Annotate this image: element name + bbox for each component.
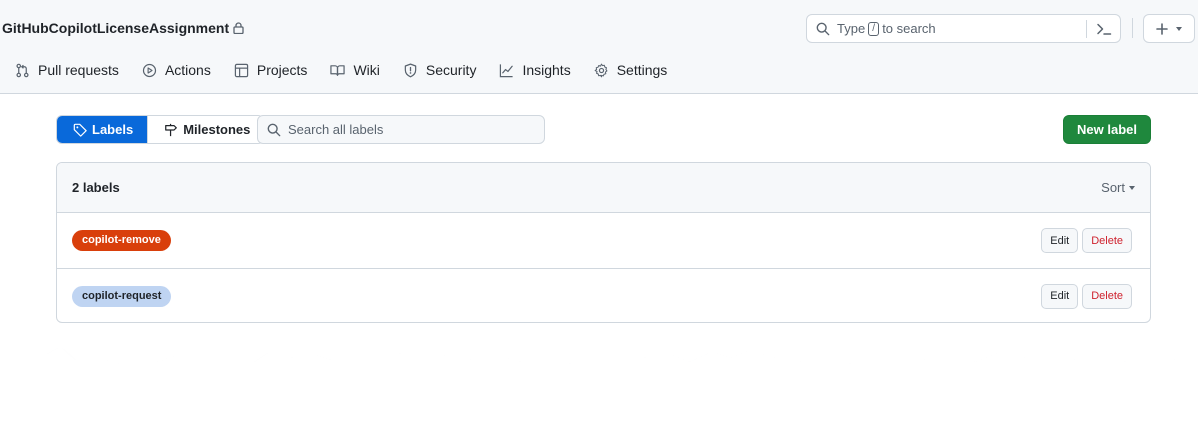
- row-actions: Edit Delete: [1041, 283, 1132, 309]
- label-search: [257, 115, 545, 144]
- list-item: copilot-request Edit Delete: [57, 268, 1150, 322]
- nav-security[interactable]: Security: [403, 62, 476, 78]
- row-actions: Edit Delete: [1041, 228, 1132, 253]
- search-icon: [816, 22, 830, 35]
- nav-settings[interactable]: Settings: [594, 62, 667, 78]
- edit-button[interactable]: Edit: [1041, 283, 1079, 309]
- repo-nav: Pull requests Actions Projects Wiki Secu…: [15, 62, 667, 78]
- play-icon: [142, 63, 157, 77]
- nav-projects[interactable]: Projects: [234, 62, 307, 78]
- edit-button[interactable]: Edit: [1041, 228, 1079, 253]
- create-new-button[interactable]: [1143, 14, 1195, 43]
- slash-key-hint: /: [868, 21, 880, 36]
- shield-icon: [404, 63, 417, 77]
- label-pill-copilot-request[interactable]: copilot-request: [72, 285, 172, 307]
- nav-insights[interactable]: Insights: [499, 62, 571, 78]
- tag-icon: [73, 123, 87, 137]
- gear-icon: [594, 63, 608, 77]
- labels-list: 2 labels Sort copilot-remove Edit Delete…: [56, 162, 1151, 323]
- repo-name[interactable]: GitHubCopilotLicenseAssignment: [2, 20, 229, 36]
- app-header: GitHubCopilotLicenseAssignment Type / to…: [0, 0, 1198, 94]
- label-search-input[interactable]: [288, 122, 538, 137]
- plus-icon: [1156, 22, 1168, 35]
- global-search-placeholder: Type / to search: [837, 21, 936, 36]
- chevron-down-icon: [1176, 26, 1182, 31]
- new-label-button[interactable]: New label: [1063, 115, 1151, 144]
- tab-labels[interactable]: Labels: [57, 116, 148, 143]
- chevron-down-icon: [1129, 185, 1135, 190]
- nav-pull-requests[interactable]: Pull requests: [15, 62, 119, 78]
- lock-icon: [233, 22, 244, 34]
- delete-button[interactable]: Delete: [1082, 283, 1132, 309]
- global-search-input[interactable]: Type / to search: [806, 14, 1121, 43]
- labels-list-header: 2 labels Sort: [57, 163, 1150, 213]
- milestone-icon: [165, 123, 178, 136]
- command-palette-icon[interactable]: [1096, 22, 1112, 36]
- graph-icon: [500, 63, 514, 77]
- git-pull-request-icon: [16, 63, 29, 77]
- delete-button[interactable]: Delete: [1082, 228, 1132, 253]
- header-divider: [1132, 18, 1133, 38]
- nav-wiki[interactable]: Wiki: [330, 62, 380, 78]
- table-icon: [234, 63, 249, 77]
- torn-paper-edge: [0, 347, 1198, 441]
- search-divider: [1086, 20, 1087, 38]
- book-icon: [330, 64, 346, 76]
- repo-title[interactable]: GitHubCopilotLicenseAssignment: [2, 20, 244, 36]
- labels-count: 2 labels: [72, 180, 120, 195]
- nav-actions[interactable]: Actions: [142, 62, 211, 78]
- labels-milestones-switch: Labels Milestones: [56, 115, 265, 144]
- label-pill-copilot-remove[interactable]: copilot-remove: [72, 230, 171, 251]
- list-item: copilot-remove Edit Delete: [57, 213, 1150, 268]
- sort-dropdown[interactable]: Sort: [1101, 180, 1135, 195]
- search-icon: [267, 123, 281, 136]
- tab-milestones[interactable]: Milestones: [147, 116, 264, 143]
